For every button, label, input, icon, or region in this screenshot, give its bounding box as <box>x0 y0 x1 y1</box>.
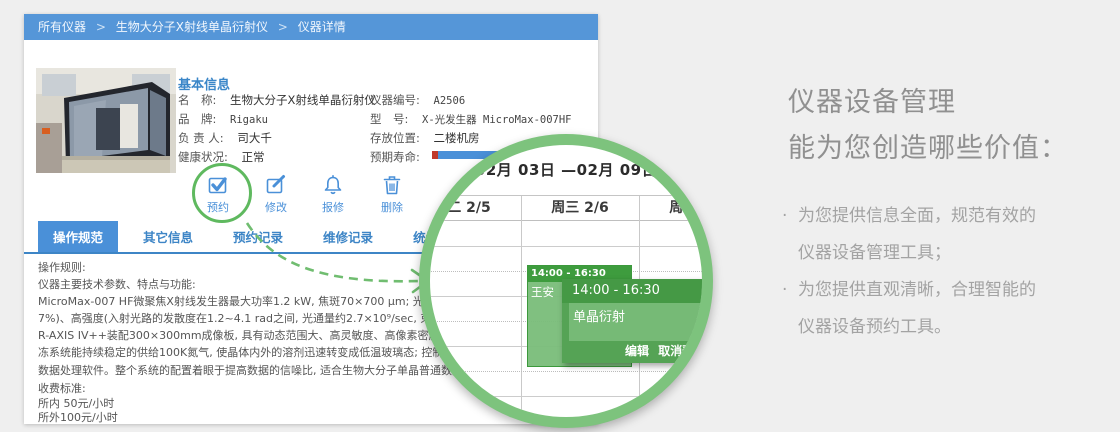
field-brand-label: 品 牌: <box>178 112 217 126</box>
edit-pencil-icon <box>266 175 285 194</box>
repair-button-label: 报修 <box>322 201 344 214</box>
breadcrumb: 所有仪器 > 生物大分子X射线单晶衍射仪 > 仪器详情 <box>24 14 598 40</box>
popup-actions: 编辑 取消预约 <box>562 342 702 359</box>
field-lifetime-label: 预期寿命: <box>370 150 420 164</box>
calendar-day-wednesday[interactable]: 周三 2/6 <box>521 196 639 220</box>
device-photo <box>36 68 176 173</box>
fee-line: 所内 50元/小时 <box>38 396 115 410</box>
field-model-value: X-光发生器 MicroMax-007HF <box>422 114 572 126</box>
calendar-day-tuesday[interactable]: 周二 2/5 <box>430 196 521 220</box>
bullet2-line1: 为您提供直观清晰，合理智能的 <box>798 280 1036 300</box>
fee-line: 所外100元/小时 <box>38 411 118 424</box>
promo-heading-line1: 仪器设备管理 <box>788 87 956 118</box>
field-location-label: 存放位置: <box>370 131 420 145</box>
calendar-header-row: 周二 2/5 周三 2/6 周四 2/7 <box>430 196 702 221</box>
breadcrumb-detail: 仪器详情 <box>297 20 346 34</box>
bell-icon <box>324 174 342 195</box>
bullet1-line2: 仪器设备管理工具； <box>798 243 951 263</box>
reserve-highlight-ring <box>192 163 252 223</box>
calendar-magnifier: 02月 03日 —02月 09日 周二 2/5 周三 2/6 周四 2/7 <box>419 134 713 428</box>
popup-time: 14:00 - 16:30 <box>562 279 702 303</box>
tab-reservation-records[interactable]: 预约记录 <box>218 221 298 252</box>
field-health-value: 正常 <box>241 150 265 164</box>
breadcrumb-all-instruments[interactable]: 所有仪器 <box>38 20 86 34</box>
delete-button-label: 删除 <box>381 201 403 214</box>
grid-vline <box>521 196 522 417</box>
field-brand: 品 牌: Rigaku <box>178 111 268 127</box>
field-model: 型 号: X-光发生器 MicroMax-007HF <box>370 111 572 127</box>
field-manager-label: 负 责 人: <box>178 131 224 145</box>
promo-bullet-2: · 为您提供直观清晰，合理智能的 仪器设备预约工具。 <box>782 272 1118 346</box>
page: 所有仪器 > 生物大分子X射线单晶衍射仪 > 仪器详情 基本信息 名 称: 生物… <box>0 0 1120 432</box>
popup-edit-button[interactable]: 编辑 <box>625 344 649 358</box>
field-model-label: 型 号: <box>370 112 409 126</box>
calendar-day-thursday[interactable]: 周四 2/7 <box>639 196 702 220</box>
field-manager-value: 司大千 <box>237 131 272 145</box>
tab-operation-spec[interactable]: 操作规范 <box>38 221 119 252</box>
basic-info-heading: 基本信息 <box>178 78 231 93</box>
field-serial-label: 仪器编号: <box>370 93 420 107</box>
field-serial-value: A2506 <box>433 95 466 107</box>
field-location: 存放位置: 二楼机房 <box>370 130 480 146</box>
popup-title: 单晶衍射 <box>569 303 702 341</box>
field-name-value: 生物大分子X射线单晶衍射仪 <box>230 93 376 107</box>
breadcrumb-separator: > <box>95 20 106 34</box>
bullet-dot: · <box>782 280 788 300</box>
bullet2-line2: 仪器设备预约工具。 <box>798 317 951 337</box>
field-lifetime: 预期寿命: <box>370 149 420 165</box>
grid-hline <box>430 371 702 372</box>
reservation-popup: 14:00 - 16:30 单晶衍射 编辑 取消预约 <box>562 279 702 363</box>
bullet1-line1: 为您提供信息全面，规范有效的 <box>798 206 1036 226</box>
calendar-week-range: 02月 03日 —02月 09日 <box>474 161 658 179</box>
field-serial: 仪器编号: A2506 <box>370 92 465 108</box>
promo-heading-line2: 能为您创造哪些价值： <box>788 133 1068 164</box>
field-manager: 负 责 人: 司大千 <box>178 130 272 146</box>
field-brand-value: Rigaku <box>230 114 268 126</box>
delete-button[interactable]: 删除 <box>368 174 416 215</box>
grid-hline <box>430 246 702 247</box>
breadcrumb-separator: > <box>277 20 288 34</box>
repair-button[interactable]: 报修 <box>309 174 357 215</box>
fee-standard-text: 收费标准: 所内 50元/小时 所外100元/小时 <box>38 382 118 424</box>
tab-repair-records[interactable]: 维修记录 <box>308 221 388 252</box>
field-location-value: 二楼机房 <box>433 131 480 145</box>
popup-cancel-button[interactable]: 取消预约 <box>658 344 702 358</box>
calendar-view: 02月 03日 —02月 09日 周二 2/5 周三 2/6 周四 2/7 <box>430 145 702 417</box>
bullet-dot: · <box>782 206 788 226</box>
modify-button-label: 修改 <box>265 201 287 214</box>
trash-icon <box>383 176 401 195</box>
promo-heading: 仪器设备管理 能为您创造哪些价值： <box>788 80 1068 172</box>
modify-button[interactable]: 修改 <box>252 174 300 215</box>
field-name-label: 名 称: <box>178 93 217 107</box>
breadcrumb-instrument[interactable]: 生物大分子X射线单晶衍射仪 <box>116 20 268 34</box>
fee-line: 收费标准: <box>38 382 86 395</box>
tab-other-info[interactable]: 其它信息 <box>128 221 208 252</box>
grid-hline <box>430 396 702 397</box>
field-name: 名 称: 生物大分子X射线单晶衍射仪 <box>178 92 376 108</box>
promo-bullet-1: · 为您提供信息全面，规范有效的 仪器设备管理工具； <box>782 198 1118 272</box>
promo-bullets: · 为您提供信息全面，规范有效的 仪器设备管理工具； · 为您提供直观清晰，合理… <box>782 198 1118 346</box>
